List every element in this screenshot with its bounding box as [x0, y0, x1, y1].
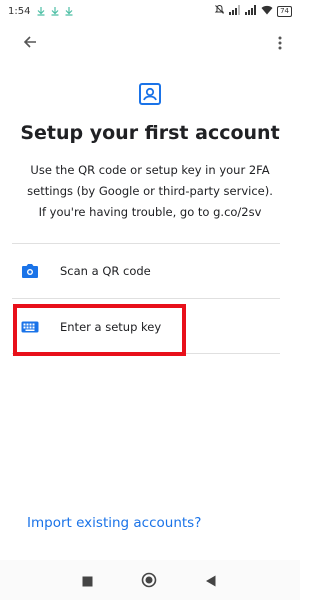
more-options-button[interactable] [268, 32, 292, 56]
home-icon [141, 572, 157, 592]
back-triangle-icon [205, 572, 217, 591]
recents-button[interactable] [82, 572, 93, 591]
signal-icon [245, 4, 257, 18]
account-box-icon [138, 82, 162, 106]
page-description: Use the QR code or setup key in your 2FA… [27, 163, 273, 219]
back-button[interactable] [18, 32, 42, 56]
download-icon [50, 6, 60, 16]
navigation-bar [0, 560, 300, 600]
status-indicators: 74 [214, 4, 292, 18]
status-time: 1:54 [8, 5, 31, 17]
camera-icon [20, 261, 40, 281]
mute-icon [214, 4, 225, 18]
home-button[interactable] [141, 572, 157, 592]
app-bar [0, 28, 300, 60]
scan-qr-code-label: Scan a QR code [60, 264, 151, 278]
divider [12, 298, 280, 299]
page-title: Setup your first account [20, 122, 280, 144]
recents-icon [82, 572, 93, 591]
status-bar: 1:54 74 [0, 0, 300, 22]
wifi-icon [261, 5, 273, 18]
download-icon [64, 6, 74, 16]
back-nav-button[interactable] [205, 572, 217, 591]
highlight-annotation [13, 304, 186, 356]
signal-icon [229, 4, 241, 18]
download-icon [36, 6, 46, 16]
more-vert-icon [278, 35, 282, 54]
import-existing-accounts-link[interactable]: Import existing accounts? [27, 515, 201, 531]
arrow-back-icon [22, 34, 38, 54]
scan-qr-code-option[interactable]: Scan a QR code [12, 244, 280, 298]
battery-icon: 74 [277, 5, 292, 17]
